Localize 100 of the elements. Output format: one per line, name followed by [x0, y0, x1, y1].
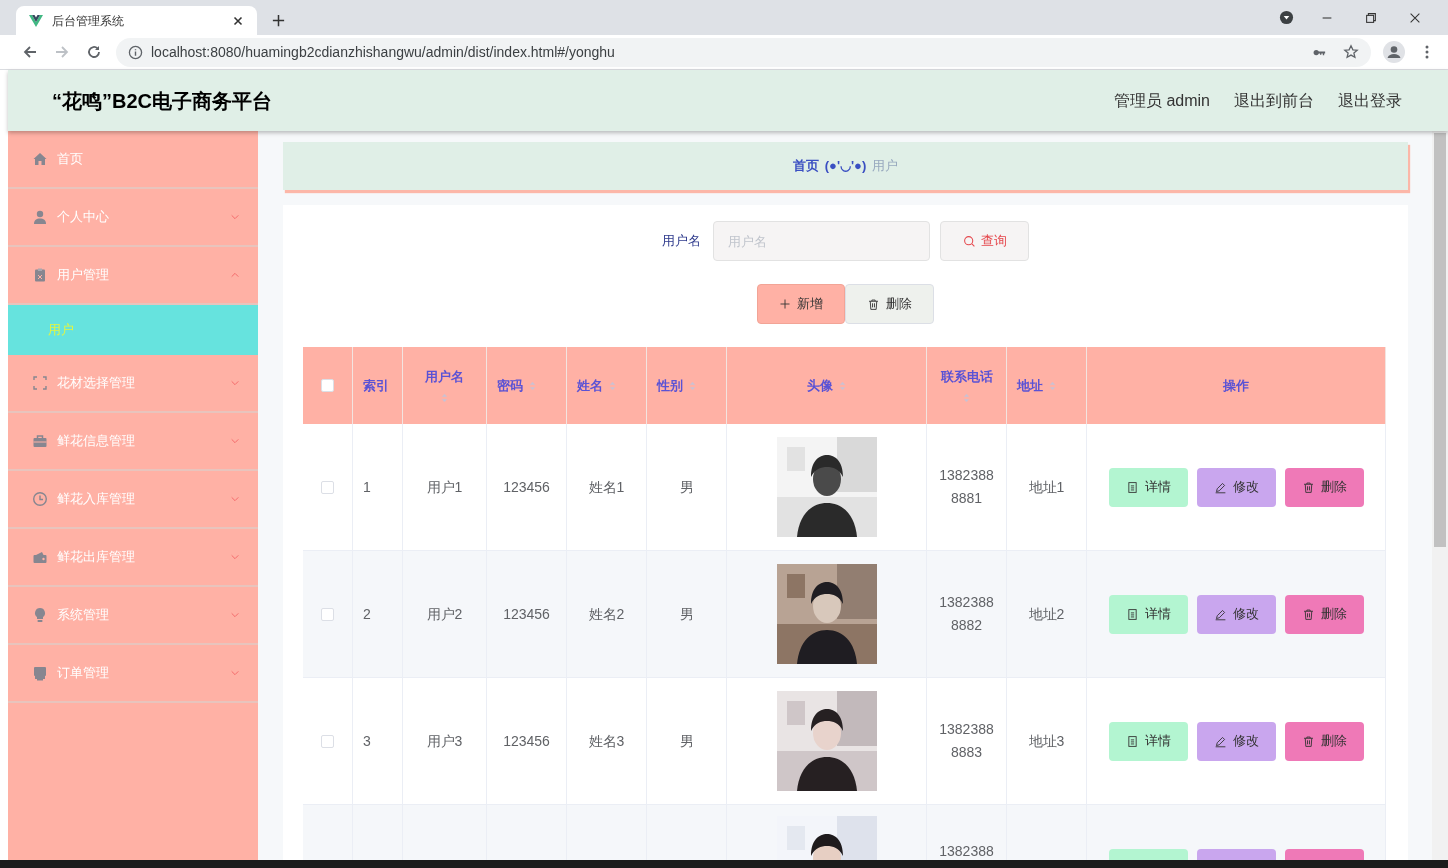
- menu-label: 个人中心: [57, 208, 110, 227]
- table-cell-text: 123456: [503, 604, 550, 624]
- table-cell-text: 用户2: [426, 604, 463, 624]
- action-button[interactable]: 详情: [1108, 467, 1188, 507]
- trash-icon: [1301, 734, 1315, 748]
- wallet-icon: [32, 549, 48, 565]
- select-all-checkbox[interactable]: [321, 379, 334, 392]
- trash-icon: [1301, 607, 1315, 621]
- add-button[interactable]: 新增: [757, 284, 845, 324]
- header-link[interactable]: 管理员 admin: [1113, 88, 1210, 113]
- browser-tab[interactable]: 后台管理系统: [16, 6, 257, 35]
- clipboard-icon: [32, 267, 48, 283]
- breadcrumb-link[interactable]: 首页: [792, 156, 819, 176]
- pencil-icon: [1213, 480, 1227, 494]
- clock-icon: [32, 491, 48, 507]
- table-cell-text: 男: [679, 731, 694, 751]
- frame-corners-icon: [32, 375, 48, 391]
- action-button[interactable]: 删除: [1284, 721, 1364, 761]
- monitor-icon: [32, 665, 48, 681]
- table-cell-text: 123456: [503, 477, 550, 497]
- lightbulb-icon: [32, 607, 48, 623]
- new-tab-icon[interactable]: [271, 13, 286, 28]
- action-button[interactable]: 详情: [1108, 721, 1188, 761]
- menu-label: 鲜花入库管理: [57, 490, 136, 509]
- table-cell-text: 用户3: [426, 731, 463, 751]
- column-header[interactable]: 联系电话: [940, 367, 993, 387]
- url-text: localhost:8080/huamingb2cdianzhishangwu/admin/dist/index.html#/yonghu: [151, 42, 616, 62]
- reload-icon[interactable]: [86, 44, 102, 60]
- action-button[interactable]: 详情: [1108, 594, 1188, 634]
- table-cell-text: 姓名2: [588, 604, 625, 624]
- column-header[interactable]: 性别: [657, 375, 683, 396]
- column-header[interactable]: 用户名: [425, 367, 464, 387]
- scrollbar-thumb[interactable]: [1434, 133, 1446, 547]
- column-header[interactable]: 姓名: [577, 375, 603, 396]
- action-button[interactable]: 删除: [1284, 467, 1364, 507]
- column-header: 索引: [363, 376, 389, 395]
- search-button[interactable]: 查询: [940, 221, 1029, 261]
- vue-logo-icon: [28, 12, 44, 29]
- table-cell-text: 13823888883: [938, 720, 995, 762]
- action-button[interactable]: 删除: [1284, 594, 1364, 634]
- row-checkbox[interactable]: [321, 607, 334, 621]
- table-cell-text: 地址3: [1028, 731, 1065, 751]
- header-link[interactable]: 退出到前台: [1234, 88, 1314, 113]
- profile-icon[interactable]: [1383, 41, 1405, 63]
- table-cell-text: 地址2: [1028, 604, 1065, 624]
- column-header[interactable]: 地址: [1017, 375, 1043, 396]
- column-header[interactable]: 密码: [497, 375, 523, 396]
- action-button[interactable]: 修改: [1196, 594, 1276, 634]
- table-cell-text: 地址1: [1028, 477, 1065, 497]
- breadcrumb-current: 用户: [872, 157, 899, 176]
- menu-label: 订单管理: [57, 664, 110, 683]
- row-checkbox[interactable]: [321, 480, 334, 494]
- table-cell-text: 123456: [503, 731, 550, 751]
- home-icon: [32, 151, 48, 167]
- dropdown-icon[interactable]: [1279, 10, 1294, 25]
- tab-title: 后台管理系统: [52, 12, 125, 30]
- delete-button[interactable]: 删除: [845, 284, 934, 324]
- table-cell-text: 3: [363, 731, 371, 751]
- menu-label: 系统管理: [57, 606, 110, 625]
- address-bar[interactable]: localhost:8080/huamingb2cdianzhishangwu/admin/dist/index.html#/yonghu: [116, 37, 1371, 67]
- breadcrumb-separator: (●'◡'●): [824, 157, 867, 176]
- pencil-icon: [1213, 607, 1227, 621]
- menu-label: 首页: [57, 150, 84, 169]
- table-cell-text: 13823888881: [938, 466, 995, 508]
- action-button[interactable]: 修改: [1196, 721, 1276, 761]
- info-icon: [128, 44, 143, 60]
- action-button[interactable]: 修改: [1196, 467, 1276, 507]
- table-cell-text: 姓名1: [588, 477, 625, 497]
- plus-icon: [779, 298, 791, 310]
- menu-label: 用户管理: [57, 266, 110, 285]
- table-cell-text: 13823888882: [938, 593, 995, 635]
- app-title: “花鸣”B2C电子商务平台: [52, 88, 272, 114]
- document-icon: [1125, 734, 1139, 748]
- back-icon[interactable]: [22, 44, 38, 60]
- table-cell-text: 男: [679, 477, 694, 497]
- row-checkbox[interactable]: [321, 734, 334, 748]
- table-cell-text: 用户1: [426, 477, 463, 497]
- pencil-icon: [1213, 734, 1227, 748]
- menu-label: 鲜花出库管理: [57, 548, 136, 567]
- table-cell-text: 男: [679, 604, 694, 624]
- table-cell-text: 2: [363, 604, 371, 624]
- trash-icon: [1301, 480, 1315, 494]
- document-icon: [1125, 480, 1139, 494]
- table-cell-text: 姓名3: [588, 731, 625, 751]
- menu-label: 鲜花信息管理: [57, 432, 136, 451]
- table-cell: 1382388: [939, 843, 994, 860]
- table-cell-text: 1: [363, 477, 371, 497]
- scrollbar[interactable]: [1432, 131, 1448, 860]
- column-header[interactable]: 头像: [806, 375, 833, 396]
- user-icon: [32, 209, 48, 225]
- menu-label: 花材选择管理: [57, 374, 136, 393]
- search-label: 用户名: [662, 232, 701, 251]
- briefcase-icon: [32, 433, 48, 449]
- header-link[interactable]: 退出登录: [1338, 88, 1402, 113]
- column-header: 操作: [1223, 376, 1249, 395]
- document-icon: [1125, 607, 1139, 621]
- star-icon[interactable]: [1343, 44, 1359, 60]
- trash-icon: [867, 297, 880, 311]
- restore-icon[interactable]: [1364, 10, 1378, 25]
- search-icon: [962, 234, 976, 248]
